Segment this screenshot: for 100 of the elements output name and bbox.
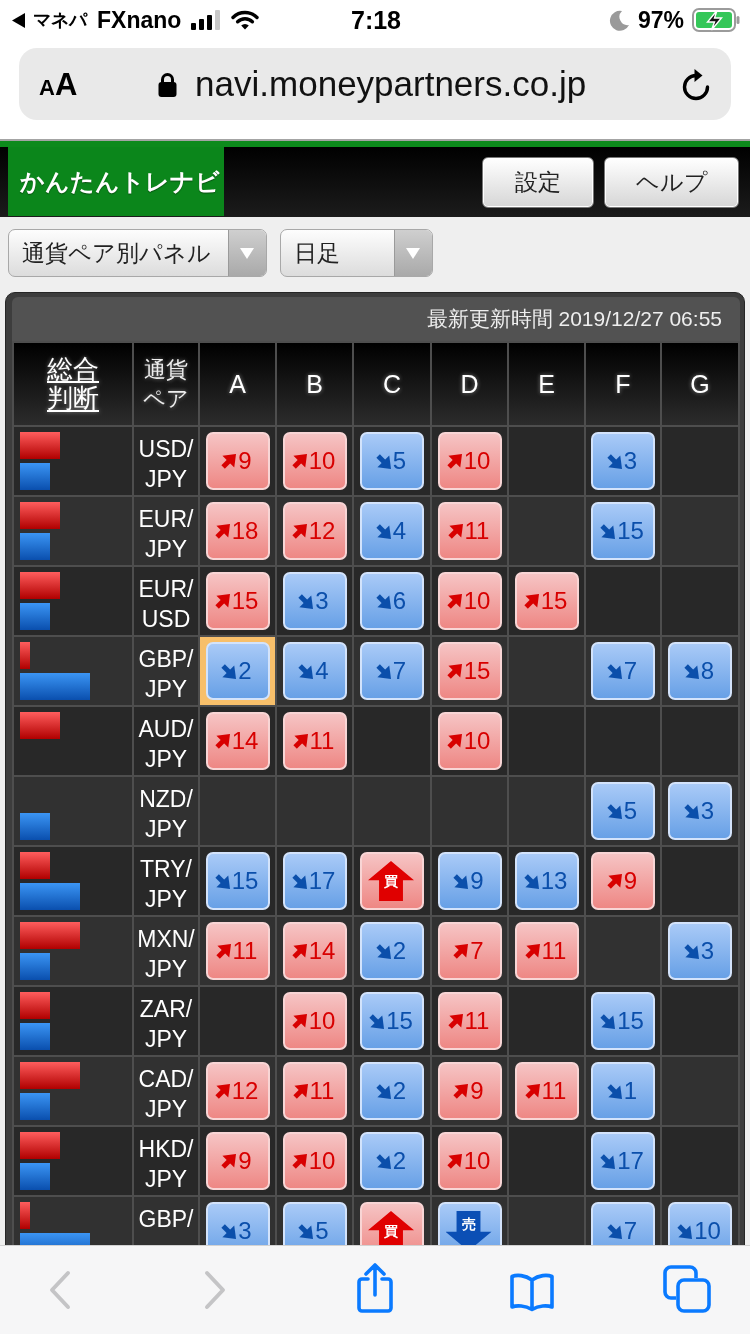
up-signal-button[interactable]: 18 [205, 502, 270, 560]
battery-percentage: 97% [637, 6, 684, 34]
up-signal-button[interactable]: 11 [437, 992, 502, 1050]
up-signal-button[interactable]: 12 [282, 502, 347, 560]
down-signal-button[interactable]: 4 [282, 642, 347, 700]
up-signal-button[interactable]: 14 [205, 712, 270, 770]
up-signal-button[interactable]: 14 [282, 922, 347, 980]
lock-icon [158, 71, 178, 97]
up-signal-button[interactable]: 11 [205, 922, 270, 980]
down-signal-button[interactable]: 2 [360, 922, 424, 980]
down-signal-button[interactable]: 7 [591, 1202, 655, 1245]
up-signal-button[interactable]: 11 [514, 922, 579, 980]
down-signal-button[interactable]: 3 [282, 572, 347, 630]
up-signal-button[interactable]: 10 [437, 572, 502, 630]
share-icon[interactable] [355, 1262, 395, 1314]
buy-signal-button[interactable]: 買 [360, 852, 424, 910]
down-signal-button[interactable]: 15 [360, 992, 424, 1050]
down-signal-button[interactable]: 5 [591, 782, 655, 840]
up-signal-button[interactable]: 15 [205, 572, 270, 630]
currency-pair-label: TRY/JPY [134, 847, 198, 915]
down-right-arrow-icon [221, 1223, 237, 1239]
up-signal-button[interactable]: 10 [282, 1132, 347, 1190]
down-signal-button[interactable]: 8 [668, 642, 732, 700]
down-signal-button[interactable]: 17 [591, 1132, 655, 1190]
down-signal-button[interactable]: 15 [591, 992, 655, 1050]
down-signal-button[interactable]: 6 [360, 572, 424, 630]
reload-icon[interactable] [681, 67, 711, 101]
down-right-arrow-icon [453, 873, 469, 889]
down-signal-button[interactable]: 13 [514, 852, 579, 910]
down-signal-button[interactable]: 4 [360, 502, 424, 560]
up-signal-button[interactable]: 7 [437, 922, 502, 980]
down-signal-button[interactable]: 15 [205, 852, 270, 910]
up-signal-button[interactable]: 10 [437, 1132, 502, 1190]
down-signal-button[interactable]: 17 [282, 852, 347, 910]
down-signal-button[interactable]: 1 [591, 1062, 655, 1120]
up-signal-button[interactable]: 11 [437, 502, 502, 560]
sell-signal-button[interactable]: 売 [437, 1202, 502, 1245]
down-signal-button[interactable]: 2 [205, 642, 270, 700]
up-signal-button[interactable]: 9 [437, 1062, 502, 1120]
down-signal-button[interactable]: 3 [205, 1202, 270, 1245]
down-right-arrow-icon [600, 1153, 616, 1169]
up-signal-button[interactable]: 15 [437, 642, 502, 700]
down-signal-button[interactable]: 5 [282, 1202, 347, 1245]
down-signal-button[interactable]: 5 [360, 432, 424, 490]
carrier-name: FXnano [97, 6, 182, 34]
settings-button[interactable]: 設定 [482, 156, 594, 208]
wifi-icon [231, 10, 260, 30]
up-right-arrow-icon [214, 523, 230, 539]
tabs-icon[interactable] [663, 1265, 711, 1313]
down-right-arrow-icon [606, 663, 622, 679]
up-right-arrow-icon [291, 943, 307, 959]
down-signal-button[interactable]: 3 [591, 432, 655, 490]
up-right-arrow-icon [524, 1083, 540, 1099]
down-signal-button[interactable]: 7 [591, 642, 655, 700]
down-right-arrow-icon [683, 943, 699, 959]
dropdown-caret-icon [228, 230, 266, 276]
column-header: F [586, 343, 660, 425]
help-button[interactable]: ヘルプ [604, 156, 739, 208]
back-triangle-icon [12, 12, 25, 28]
reader-view-button[interactable]: AA [39, 68, 78, 100]
down-signal-button[interactable]: 15 [591, 502, 655, 560]
last-updated-label: 最新更新時間 2019/12/27 06:55 [426, 306, 722, 332]
cellular-signal-icon [191, 10, 222, 30]
up-signal-button[interactable]: 10 [282, 992, 347, 1050]
up-signal-button[interactable]: 11 [514, 1062, 579, 1120]
moon-icon [608, 9, 630, 31]
up-signal-button[interactable]: 12 [205, 1062, 270, 1120]
down-signal-button[interactable]: 3 [668, 782, 732, 840]
up-right-arrow-icon [291, 1153, 307, 1169]
up-signal-button[interactable]: 9 [205, 1132, 270, 1190]
down-signal-button[interactable]: 9 [437, 852, 502, 910]
down-right-arrow-icon [600, 1013, 616, 1029]
up-signal-button[interactable]: 10 [437, 432, 502, 490]
down-signal-button[interactable]: 3 [668, 922, 732, 980]
currency-pair-label: CAD/JPY [134, 1057, 198, 1125]
up-signal-button[interactable]: 11 [282, 1062, 347, 1120]
down-signal-button[interactable]: 2 [360, 1062, 424, 1120]
bookmarks-icon[interactable] [509, 1272, 555, 1312]
back-to-app-link[interactable]: マネパ [12, 8, 87, 32]
overall-judgment-link[interactable]: 総合判断 [45, 355, 101, 413]
panel-type-dropdown[interactable]: 通貨ペア別パネル [8, 229, 267, 277]
buy-signal-button[interactable]: 買 [360, 1202, 424, 1245]
dropdown-caret-icon [394, 230, 432, 276]
down-right-arrow-icon [600, 523, 616, 539]
down-signal-button[interactable]: 7 [360, 642, 424, 700]
up-signal-button[interactable]: 10 [282, 432, 347, 490]
up-signal-button[interactable]: 10 [437, 712, 502, 770]
down-right-arrow-icon [298, 1223, 314, 1239]
down-signal-button[interactable]: 2 [360, 1132, 424, 1190]
up-signal-button[interactable]: 15 [514, 572, 579, 630]
up-right-arrow-icon [291, 1013, 307, 1029]
timeframe-dropdown[interactable]: 日足 [280, 229, 433, 277]
up-signal-button[interactable]: 11 [282, 712, 347, 770]
address-field[interactable]: AA navi.moneypartners.co.jp [19, 48, 731, 120]
up-right-arrow-icon [447, 1013, 463, 1029]
up-right-arrow-icon [214, 733, 230, 749]
down-signal-button[interactable]: 10 [668, 1202, 732, 1245]
up-right-arrow-icon [214, 1083, 230, 1099]
up-signal-button[interactable]: 9 [205, 432, 270, 490]
up-signal-button[interactable]: 9 [591, 852, 655, 910]
